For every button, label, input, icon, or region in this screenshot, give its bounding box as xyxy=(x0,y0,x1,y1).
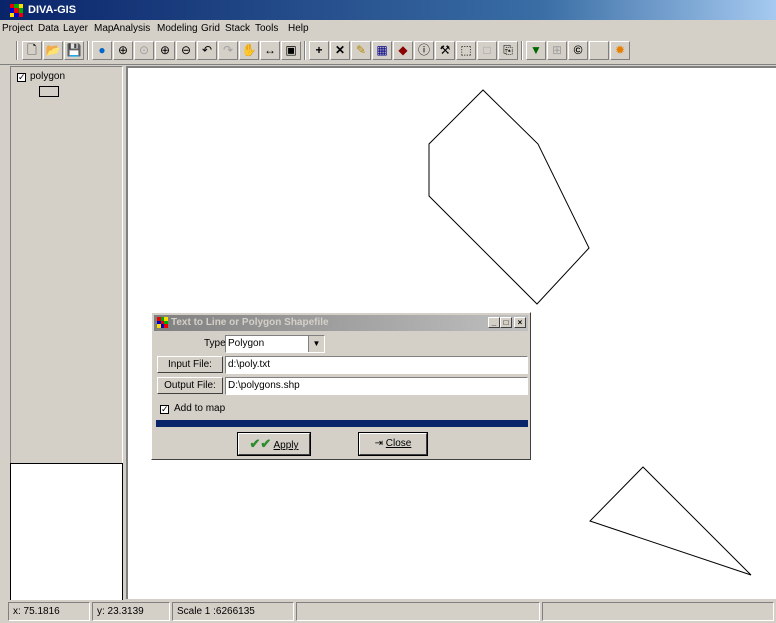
globe-icon[interactable]: ● xyxy=(92,41,112,60)
output-file-field[interactable]: D:\polygons.shp xyxy=(225,377,528,395)
input-file-field[interactable]: d:\poly.txt xyxy=(225,356,528,374)
menu-grid[interactable]: Grid xyxy=(201,23,220,34)
status-y-coordinate: y: 23.3139 xyxy=(92,602,170,621)
input-file-button[interactable]: Input File: xyxy=(157,356,223,373)
menu-modeling[interactable]: Modeling xyxy=(157,23,198,34)
tool-icon[interactable]: ⚒ xyxy=(435,41,455,60)
door-exit-icon: ⇥ xyxy=(374,438,384,449)
menu-layer[interactable]: Layer xyxy=(63,23,88,34)
copyright-icon[interactable]: © xyxy=(568,41,588,60)
toolbar: 🗋 📂 💾 ● ⊕ ⊙ ⊕ ⊖ ↶ ↷ ✋ ↔ ▣ + ✕ ✎ ▦ ◆ ⓘ ⚒ … xyxy=(0,38,776,65)
status-bar: x: 75.1816 y: 23.3139 Scale 1 :6266135 xyxy=(0,600,776,623)
output-file-button[interactable]: Output File: xyxy=(157,377,223,394)
add-point-icon[interactable]: + xyxy=(309,41,329,60)
menu-stack[interactable]: Stack xyxy=(225,23,250,34)
check-icon: ✔✔ xyxy=(249,436,272,451)
menu-data[interactable]: Data xyxy=(38,23,59,34)
zoom-full-extent-icon[interactable]: ⊕ xyxy=(113,41,133,60)
minimize-button[interactable]: _ xyxy=(488,317,500,328)
add-to-map-label[interactable]: Add to map xyxy=(174,403,225,414)
toolbar-separator xyxy=(521,41,523,60)
pencil-icon[interactable]: ✎ xyxy=(351,41,371,60)
dialog-logo-icon xyxy=(157,317,168,328)
progress-bar xyxy=(156,420,528,427)
menu-tools[interactable]: Tools xyxy=(255,23,278,34)
undo-zoom-icon[interactable]: ↶ xyxy=(197,41,217,60)
apply-label: Apply xyxy=(273,440,299,451)
zoom-out-icon[interactable]: ⊖ xyxy=(176,41,196,60)
grid-icon[interactable]: ⊞ xyxy=(547,41,567,60)
status-panel xyxy=(542,602,774,621)
diva-gis-window: DIVA-GIS Project Data Layer Map Analysis… xyxy=(0,0,776,623)
layer-style-icon[interactable]: ▼ xyxy=(526,41,546,60)
status-panel xyxy=(296,602,540,621)
chevron-down-icon[interactable]: ▼ xyxy=(308,336,324,352)
select-rect-icon[interactable]: ⬚ xyxy=(456,41,476,60)
info-icon[interactable]: ⓘ xyxy=(414,41,434,60)
status-x-coordinate: x: 75.1816 xyxy=(8,602,90,621)
redo-zoom-icon[interactable]: ↷ xyxy=(218,41,238,60)
open-folder-icon[interactable]: 📂 xyxy=(43,41,63,60)
close-window-button[interactable]: × xyxy=(514,317,526,328)
maximize-button[interactable]: □ xyxy=(500,317,512,328)
zoom-in-icon[interactable]: ⊕ xyxy=(155,41,175,60)
overview-map[interactable] xyxy=(10,463,123,601)
sun-icon[interactable]: ✹ xyxy=(610,41,630,60)
title-bar: DIVA-GIS xyxy=(0,0,776,20)
toolbar-separator xyxy=(304,41,306,60)
status-scale: Scale 1 :6266135 xyxy=(172,602,294,621)
table-icon[interactable]: ▦ xyxy=(372,41,392,60)
blank-icon[interactable] xyxy=(589,41,609,60)
new-file-icon[interactable]: 🗋 xyxy=(22,41,42,60)
polygon-feature[interactable] xyxy=(428,89,590,305)
menu-project[interactable]: Project xyxy=(2,23,33,34)
legend-panel: ✓ polygon xyxy=(10,66,123,464)
menu-analysis[interactable]: Analysis xyxy=(113,23,150,34)
dialog-title: Text to Line or Polygon Shapefile xyxy=(171,317,329,328)
close-label: Close xyxy=(385,438,412,449)
triangle-feature[interactable] xyxy=(589,466,752,576)
layer-visibility-checkbox[interactable]: ✓ xyxy=(17,73,26,82)
text-to-shapefile-dialog: Text to Line or Polygon Shapefile _ □ × … xyxy=(151,312,531,460)
app-title: DIVA-GIS xyxy=(28,4,77,16)
map-select-icon[interactable]: ▣ xyxy=(281,41,301,60)
toolbar-separator xyxy=(87,41,89,60)
menu-bar: Project Data Layer Map Analysis Modeling… xyxy=(0,20,776,38)
close-button[interactable]: ⇥ Close xyxy=(358,432,428,456)
clear-selection-icon[interactable]: □ xyxy=(477,41,497,60)
type-label: Type xyxy=(204,338,226,349)
toolbar-separator xyxy=(16,41,18,60)
type-select-value: Polygon xyxy=(228,338,265,349)
legend-layer-name[interactable]: polygon xyxy=(30,71,65,82)
query-icon[interactable]: ◆ xyxy=(393,41,413,60)
type-select[interactable]: Polygon ▼ xyxy=(225,335,325,353)
measure-distance-icon[interactable]: ↔ xyxy=(260,41,280,60)
export-icon[interactable]: ⎘ xyxy=(498,41,518,60)
app-logo-icon xyxy=(10,4,23,17)
menu-help[interactable]: Help xyxy=(288,23,309,34)
menu-map[interactable]: Map xyxy=(94,23,113,34)
zoom-layer-icon[interactable]: ⊙ xyxy=(134,41,154,60)
add-to-map-checkbox[interactable]: ✓ xyxy=(160,405,169,414)
pan-hand-icon[interactable]: ✋ xyxy=(239,41,259,60)
dialog-title-bar: Text to Line or Polygon Shapefile _ □ × xyxy=(154,315,528,331)
apply-button[interactable]: ✔✔ Apply xyxy=(237,432,311,456)
save-icon[interactable]: 💾 xyxy=(64,41,84,60)
delete-icon[interactable]: ✕ xyxy=(330,41,350,60)
polygon-symbol-icon xyxy=(39,86,59,97)
